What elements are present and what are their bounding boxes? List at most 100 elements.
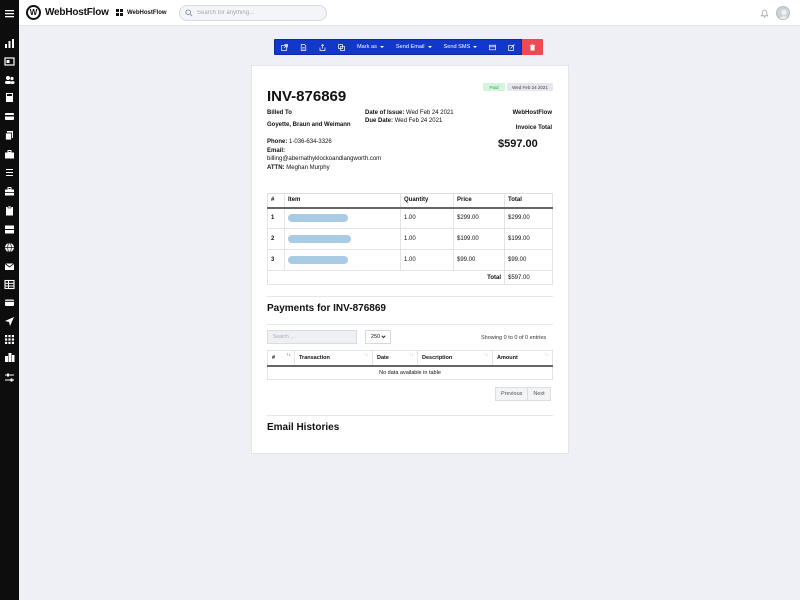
column-header-label: Amount bbox=[497, 354, 518, 361]
sort-icon: ↑↓ bbox=[544, 352, 549, 358]
column-header-label: # bbox=[272, 354, 276, 361]
payments-search-input[interactable] bbox=[267, 330, 357, 344]
quantity-cell: 1.00 bbox=[400, 228, 454, 250]
credit-card-icon bbox=[489, 44, 497, 50]
id-card-icon[interactable] bbox=[4, 56, 15, 67]
attn-line: ATTN: Meghan Murphy bbox=[267, 164, 330, 172]
workspace-name: WebHostFlow bbox=[127, 9, 167, 16]
caret-down-icon bbox=[427, 46, 432, 48]
invoice-total-label: Invoice Total bbox=[515, 125, 552, 131]
table-icon[interactable] bbox=[4, 279, 15, 290]
row-number: 2 bbox=[267, 228, 285, 250]
quantity-cell: 1.00 bbox=[400, 207, 454, 229]
sort-icon: ↑↓ bbox=[484, 352, 489, 358]
invoice-number: INV-876869 bbox=[267, 88, 347, 105]
caret-down-icon bbox=[379, 46, 384, 48]
phone-line: Phone: 1-036-634-3326 bbox=[267, 138, 332, 146]
server-icon[interactable] bbox=[4, 224, 15, 235]
column-header[interactable]: Date ↑↓ bbox=[372, 350, 418, 367]
item-cell bbox=[284, 228, 401, 250]
brand[interactable]: W WebHostFlow bbox=[26, 5, 109, 20]
client-name[interactable]: Goyette, Braun and Weimann bbox=[267, 121, 351, 129]
apps-icon bbox=[116, 9, 123, 16]
clipboard-icon[interactable] bbox=[4, 205, 15, 216]
duplicate-button[interactable] bbox=[332, 40, 351, 54]
calculator-icon[interactable] bbox=[4, 92, 15, 103]
share-button[interactable] bbox=[313, 40, 332, 54]
open-external-button[interactable] bbox=[275, 40, 294, 54]
sort-icon: ↑↓ bbox=[286, 352, 291, 358]
column-header-label: Description bbox=[422, 354, 453, 361]
toolbar-primary-group: Mark as Send Email Send SMS bbox=[274, 39, 523, 55]
payment-button[interactable] bbox=[483, 40, 502, 54]
invoice-card: INV-876869 Paid Wed Feb 24 2021 Billed T… bbox=[251, 65, 569, 454]
column-header-label: Transaction bbox=[299, 354, 330, 361]
mark-as-dropdown[interactable]: Mark as bbox=[351, 40, 390, 54]
files-icon[interactable] bbox=[4, 130, 15, 141]
due-date-value: Wed Feb 24 2021 bbox=[394, 118, 443, 124]
brand-name: WebHostFlow bbox=[45, 7, 109, 18]
chevron-down-icon bbox=[381, 333, 386, 338]
previous-page-button[interactable]: Previous bbox=[496, 388, 528, 400]
list-icon[interactable] bbox=[4, 167, 15, 178]
due-date: Due Date: Wed Feb 24 2021 bbox=[365, 117, 442, 125]
building-icon[interactable] bbox=[4, 352, 15, 363]
global-search[interactable] bbox=[179, 5, 327, 21]
company-name: WebHostFlow bbox=[512, 110, 552, 116]
email-value[interactable]: billing@abernathyklockoandlangworth.com bbox=[267, 155, 381, 163]
toolbox-icon[interactable] bbox=[4, 186, 15, 197]
grid-icon[interactable] bbox=[4, 334, 15, 345]
bell-icon[interactable] bbox=[760, 9, 769, 18]
edit-button[interactable] bbox=[502, 40, 521, 54]
column-header[interactable]: Transaction ↑↓ bbox=[294, 350, 373, 367]
column-header[interactable]: # ↑↓ bbox=[267, 350, 295, 367]
user-avatar[interactable] bbox=[776, 6, 790, 20]
date-of-issue: Date of Issue: Wed Feb 24 2021 bbox=[365, 109, 454, 117]
row-number: 3 bbox=[267, 249, 285, 271]
send-email-dropdown[interactable]: Send Email bbox=[390, 40, 438, 54]
mail-icon[interactable] bbox=[4, 261, 15, 272]
quantity-cell: 1.00 bbox=[400, 249, 454, 271]
page-length-value: 250 bbox=[370, 334, 381, 340]
column-header[interactable]: Description ↑↓ bbox=[417, 350, 493, 367]
globe-icon[interactable] bbox=[4, 242, 15, 253]
price-cell: $99.00 bbox=[453, 249, 505, 271]
send-icon[interactable] bbox=[4, 316, 15, 327]
total-row: Total $597.00 bbox=[267, 270, 553, 285]
trash-icon bbox=[530, 43, 536, 50]
chart-bar-icon[interactable] bbox=[4, 38, 15, 49]
send-sms-label: Send SMS bbox=[443, 44, 471, 50]
briefcase-icon[interactable] bbox=[4, 149, 15, 160]
file-icon bbox=[300, 43, 307, 51]
sliders-icon[interactable] bbox=[4, 372, 15, 383]
brand-logo-letter: W bbox=[29, 7, 38, 17]
payments-title: Payments for INV-876869 bbox=[267, 303, 386, 314]
search-input[interactable] bbox=[197, 10, 317, 16]
column-header[interactable]: Amount ↑↓ bbox=[492, 350, 553, 367]
send-sms-dropdown[interactable]: Send SMS bbox=[438, 40, 484, 54]
phone-value: 1-036-634-3326 bbox=[289, 139, 332, 145]
sidebar bbox=[0, 0, 19, 600]
user-icon bbox=[779, 9, 789, 19]
price-cell: $199.00 bbox=[453, 228, 505, 250]
row-number: 1 bbox=[267, 207, 285, 229]
pagination: Previous Next bbox=[495, 387, 551, 401]
pdf-button[interactable] bbox=[294, 40, 313, 54]
page-length-select[interactable]: 250 bbox=[365, 330, 391, 344]
workspace-switcher[interactable]: WebHostFlow bbox=[116, 9, 167, 16]
credit-card-icon[interactable] bbox=[4, 111, 15, 122]
users-icon[interactable] bbox=[4, 74, 15, 85]
divider bbox=[267, 324, 553, 325]
copy-icon bbox=[338, 43, 345, 51]
edit-icon bbox=[508, 43, 516, 51]
redacted-item bbox=[288, 256, 348, 264]
price-cell: $299.00 bbox=[453, 207, 505, 229]
next-page-button[interactable]: Next bbox=[527, 388, 550, 400]
email-label: Email: bbox=[267, 148, 286, 154]
top-header: W WebHostFlow WebHostFlow bbox=[19, 0, 800, 26]
delete-button[interactable] bbox=[522, 39, 544, 55]
external-link-icon bbox=[281, 43, 288, 51]
divider bbox=[267, 296, 553, 297]
wallet-icon[interactable] bbox=[4, 297, 15, 308]
menu-icon[interactable] bbox=[4, 8, 15, 19]
